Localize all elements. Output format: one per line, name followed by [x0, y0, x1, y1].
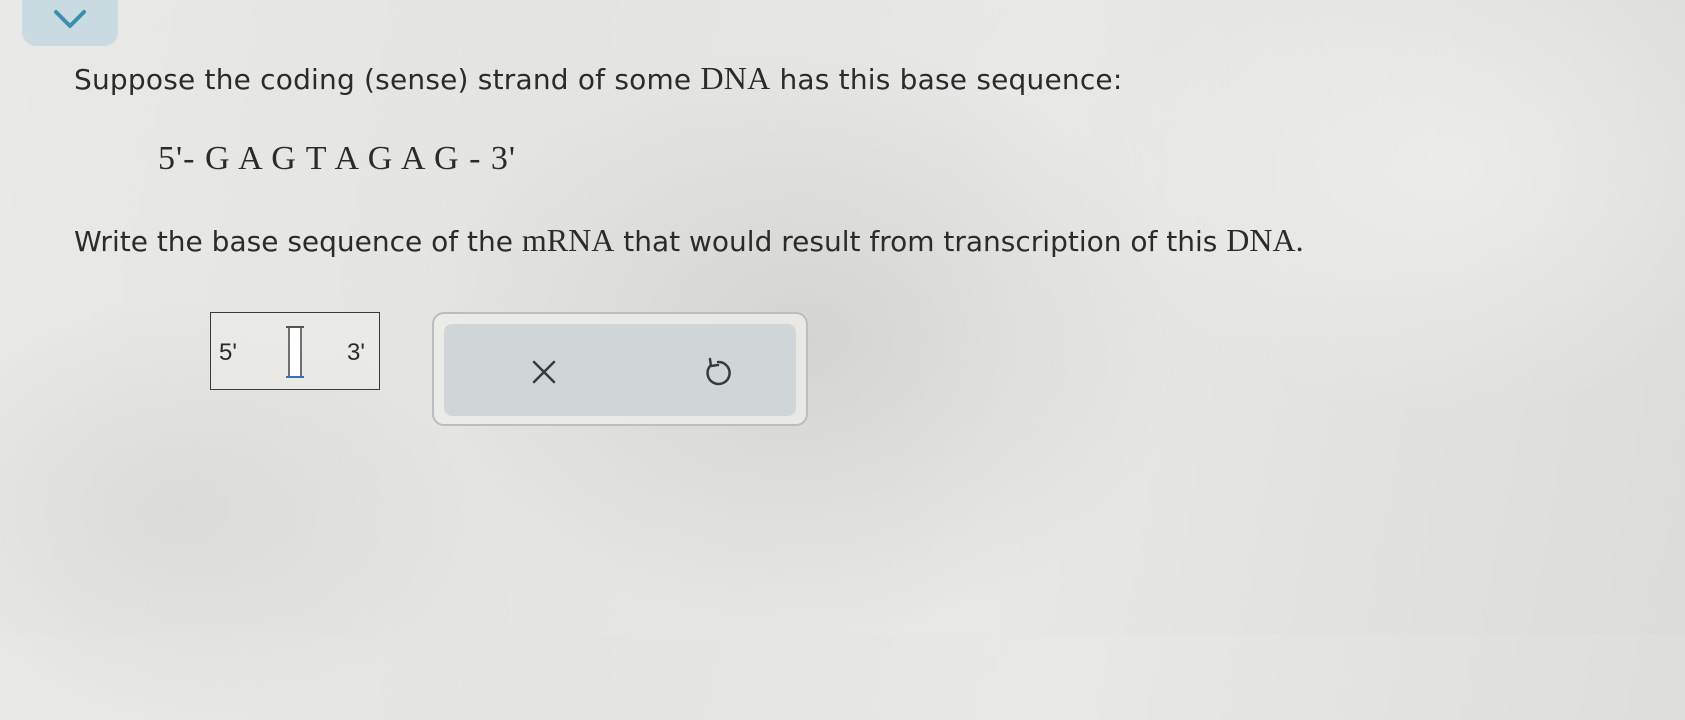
collapse-toggle[interactable]: [22, 0, 118, 46]
instruction-part-1: Write the base sequence of the: [74, 225, 522, 258]
instruction-term-dna: DNA.: [1226, 222, 1304, 258]
chevron-down-icon: [54, 10, 86, 28]
close-icon: [532, 360, 556, 384]
three-prime-label: 3': [347, 339, 365, 366]
text-cursor-icon: [286, 326, 304, 378]
undo-button[interactable]: [696, 350, 740, 394]
question-part-1: Suppose the coding (sense) strand of som…: [74, 63, 701, 96]
answer-box: 5' 3': [210, 312, 380, 390]
action-bar: [444, 324, 796, 416]
instruction-text: Write the base sequence of the mRNA that…: [74, 222, 1304, 259]
instruction-part-2: that would result from transcription of …: [614, 225, 1227, 258]
clear-button[interactable]: [522, 350, 566, 394]
question-text: Suppose the coding (sense) strand of som…: [74, 60, 1122, 97]
dna-sequence: 5'- G A G T A G A G - 3': [158, 140, 517, 177]
mrna-sequence-input[interactable]: [285, 323, 305, 381]
question-term-dna: DNA: [700, 60, 771, 96]
five-prime-label: 5': [219, 339, 237, 366]
answer-action-panel: [432, 312, 808, 426]
undo-icon: [706, 357, 731, 386]
question-part-2: has this base sequence:: [770, 63, 1123, 96]
instruction-term-mrna: mRNA: [521, 222, 615, 258]
